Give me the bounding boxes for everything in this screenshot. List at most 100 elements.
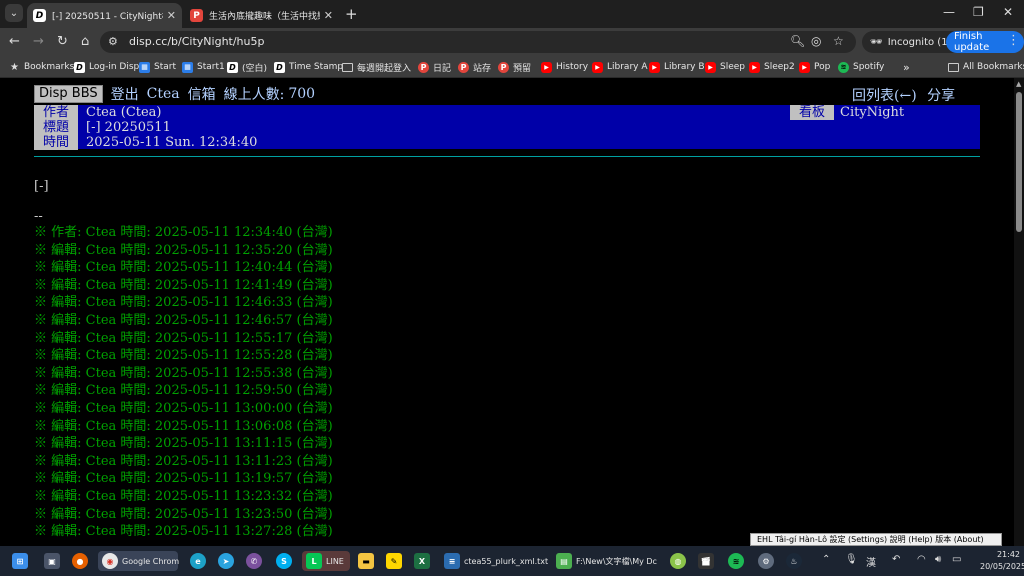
spotify-icon: ≋ (728, 553, 744, 569)
reload-icon[interactable]: ↻ (57, 34, 68, 50)
wifi-icon[interactable]: ◠ (917, 554, 926, 565)
spotify-taskbar-icon[interactable]: ≋ (728, 551, 744, 571)
editor-taskbar-item[interactable]: ▤ F:\New\文字檔\My Dc (556, 551, 660, 571)
task-view-button[interactable]: ▣ (44, 551, 60, 571)
clapper-taskbar-icon[interactable]: 🎬︎ (698, 551, 714, 571)
edit-history-line: ※ 編輯: Ctea 時間: 2025-05-11 13:23:50 (台灣) (34, 506, 333, 522)
chevron-down-icon: ⌄ (9, 7, 19, 19)
minimize-icon[interactable]: — (943, 5, 955, 19)
clapperboard-icon: 🎬︎ (698, 553, 714, 569)
settings-taskbar-icon[interactable]: ⚙ (758, 551, 774, 571)
bookmark-item[interactable]: ★ Bookmarks (9, 60, 74, 74)
site-info-icon[interactable]: ⚙ (108, 35, 118, 48)
bookmark-item[interactable]: D (空白) (227, 60, 267, 74)
firefox-taskbar-icon[interactable]: ● (72, 551, 88, 571)
close-window-icon[interactable]: ✕ (1003, 5, 1013, 19)
undo-icon[interactable]: ↶ (892, 554, 900, 565)
kebab-menu-icon[interactable]: ⋮ (1007, 33, 1020, 48)
bookmark-item[interactable]: 每週開起登入 (342, 60, 411, 74)
bookmark-label: 日記 (433, 63, 452, 74)
new-tab-plus-icon[interactable]: + (345, 5, 358, 23)
bookmark-item[interactable]: P 站存 (458, 60, 491, 74)
telegram-taskbar-icon[interactable]: ➤ (218, 551, 234, 571)
edit-history-line: ※ 編輯: Ctea 時間: 2025-05-11 13:00:00 (台灣) (34, 401, 333, 416)
edit-history-line: ※ 編輯: Ctea 時間: 2025-05-11 12:40:44 (台灣) (34, 260, 333, 276)
share-link[interactable]: 分享 (927, 88, 955, 104)
bookmark-item[interactable]: D Time Stamp (274, 60, 343, 74)
line-taskbar-item[interactable]: L LINE (302, 551, 350, 571)
author-sig-line: ※ 作者: Ctea 時間: 2025-05-11 12:34:40 (台灣) (34, 225, 333, 240)
bookmark-item[interactable]: ▶ Library B (649, 60, 705, 74)
edit-history-line: ※ 編輯: Ctea 時間: 2025-05-11 12:35:20 (台灣) (34, 242, 333, 258)
address-bar[interactable]: ⚙ disp.cc/b/CityNight/hu5p 🔍︎ ◎ ☆ (100, 31, 856, 53)
steam-taskbar-icon[interactable]: ♨ (786, 551, 802, 571)
bookmark-item[interactable]: ▶ Library A (592, 60, 648, 74)
close-tab-icon[interactable]: ✕ (167, 9, 176, 22)
tab-title: 生活內底攏趣味（生活中找樂趣 (209, 12, 320, 22)
youtube-icon: ▶ (799, 61, 810, 73)
volume-icon[interactable]: 🔊︎ (935, 554, 941, 565)
close-tab-icon[interactable]: ✕ (324, 9, 333, 22)
youtube-icon: ▶ (592, 61, 603, 73)
start-button[interactable]: ⊞ (12, 551, 28, 571)
back-arrow-icon[interactable]: ← (9, 34, 20, 50)
bookmarks-overflow-icon[interactable]: » (903, 60, 910, 74)
page-scrollbar[interactable]: ▲ (1014, 78, 1024, 546)
windows-taskbar: ⊞ ▣ ● ◉ Google Chrom e ➤ ✆ S L LINE ▬ ✎ … (0, 546, 1024, 576)
disp-bbs-logo[interactable]: Disp BBS (34, 85, 103, 103)
explorer-taskbar-icon[interactable]: ▬ (358, 551, 374, 571)
browser2-taskbar-icon[interactable]: ◍ (670, 551, 686, 571)
system-clock[interactable]: 21:42 20/05/2025 (980, 549, 1024, 573)
home-icon[interactable]: ⌂ (81, 34, 89, 50)
mailbox-link[interactable]: 信箱 (188, 84, 216, 104)
bookmark-item[interactable]: ▶ History (541, 60, 588, 74)
logout-link[interactable]: 登出 (111, 84, 139, 104)
eye-off-icon[interactable]: ◎ (811, 34, 821, 48)
spotify-icon: ≋ (838, 61, 849, 73)
scrollbar-thumb[interactable] (1016, 92, 1022, 232)
ime-indicator-icon[interactable]: 漢 (866, 554, 876, 569)
chrome-taskbar-item[interactable]: ◉ Google Chrom (98, 551, 179, 571)
bookmark-star-icon[interactable]: ☆ (833, 34, 844, 48)
notepad-taskbar-item[interactable]: ≡ ctea55_plurk_xml.txt (444, 551, 549, 571)
bookmark-item[interactable]: P 預留 (498, 60, 531, 74)
tab-plurk[interactable]: P 生活內底攏趣味（生活中找樂趣 ✕ (184, 3, 339, 28)
forward-arrow-icon[interactable]: → (33, 34, 44, 50)
user-link[interactable]: Ctea (147, 86, 180, 102)
skype-taskbar-icon[interactable]: S (276, 551, 292, 571)
steam-icon: ♨ (786, 553, 802, 569)
restore-icon[interactable]: ❐ (973, 5, 984, 19)
bookmark-item[interactable]: ▶ Sleep2 (749, 60, 795, 74)
excel-taskbar-icon[interactable]: X (414, 551, 430, 571)
ime-toolbar-text: EHL Tâi-gí Hàn-Lô 設定 (Settings) 說明 (Help… (757, 535, 984, 544)
notes-taskbar-icon[interactable]: ✎ (386, 551, 402, 571)
tab-citynight[interactable]: D [-] 20250511 - CityNight板 - Di ✕ (27, 3, 182, 28)
bookmark-label: Pop (814, 62, 831, 72)
bookmark-item[interactable]: P 日記 (418, 60, 451, 74)
bookmark-item[interactable]: ▦ Start (139, 60, 176, 74)
editor-icon: ▤ (556, 553, 572, 569)
tab-search-button[interactable]: ⌄ (5, 4, 23, 22)
bookmark-item[interactable]: ▦ Start1 (182, 60, 225, 74)
scroll-up-icon[interactable]: ▲ (1016, 80, 1021, 88)
edge-taskbar-icon[interactable]: e (190, 551, 206, 571)
bookmark-item[interactable]: ▶ Pop (799, 60, 830, 74)
back-to-list-link[interactable]: 回列表(←) (852, 88, 917, 104)
board-value[interactable]: CityNight (840, 105, 904, 120)
zoom-icon[interactable]: 🔍︎ (790, 34, 805, 48)
bookmark-item[interactable]: ≋ Spotify (838, 60, 884, 74)
ime-toolbar[interactable]: EHL Tâi-gí Hàn-Lô 設定 (Settings) 說明 (Help… (750, 533, 1002, 546)
tray-chevron-up-icon[interactable]: ⌃ (822, 554, 830, 565)
viber-taskbar-icon[interactable]: ✆ (246, 551, 262, 571)
all-bookmarks-button[interactable]: All Bookmarks (948, 60, 1024, 74)
plurk-icon: P (498, 61, 509, 73)
bookmark-item[interactable]: ▶ Sleep (705, 60, 745, 74)
microphone-icon[interactable]: 🎙︎ (845, 554, 858, 565)
battery-icon[interactable]: ▭ (952, 554, 961, 565)
windows-logo-icon: ⊞ (12, 553, 28, 569)
board-label: 看板 (790, 105, 834, 120)
chrome-icon: ◉ (102, 553, 118, 569)
edit-history-line: ※ 編輯: Ctea 時間: 2025-05-11 12:46:57 (台灣) (34, 313, 333, 328)
bookmark-item[interactable]: D Log-in Disp (74, 60, 139, 74)
all-bookmarks-label: All Bookmarks (963, 62, 1024, 72)
